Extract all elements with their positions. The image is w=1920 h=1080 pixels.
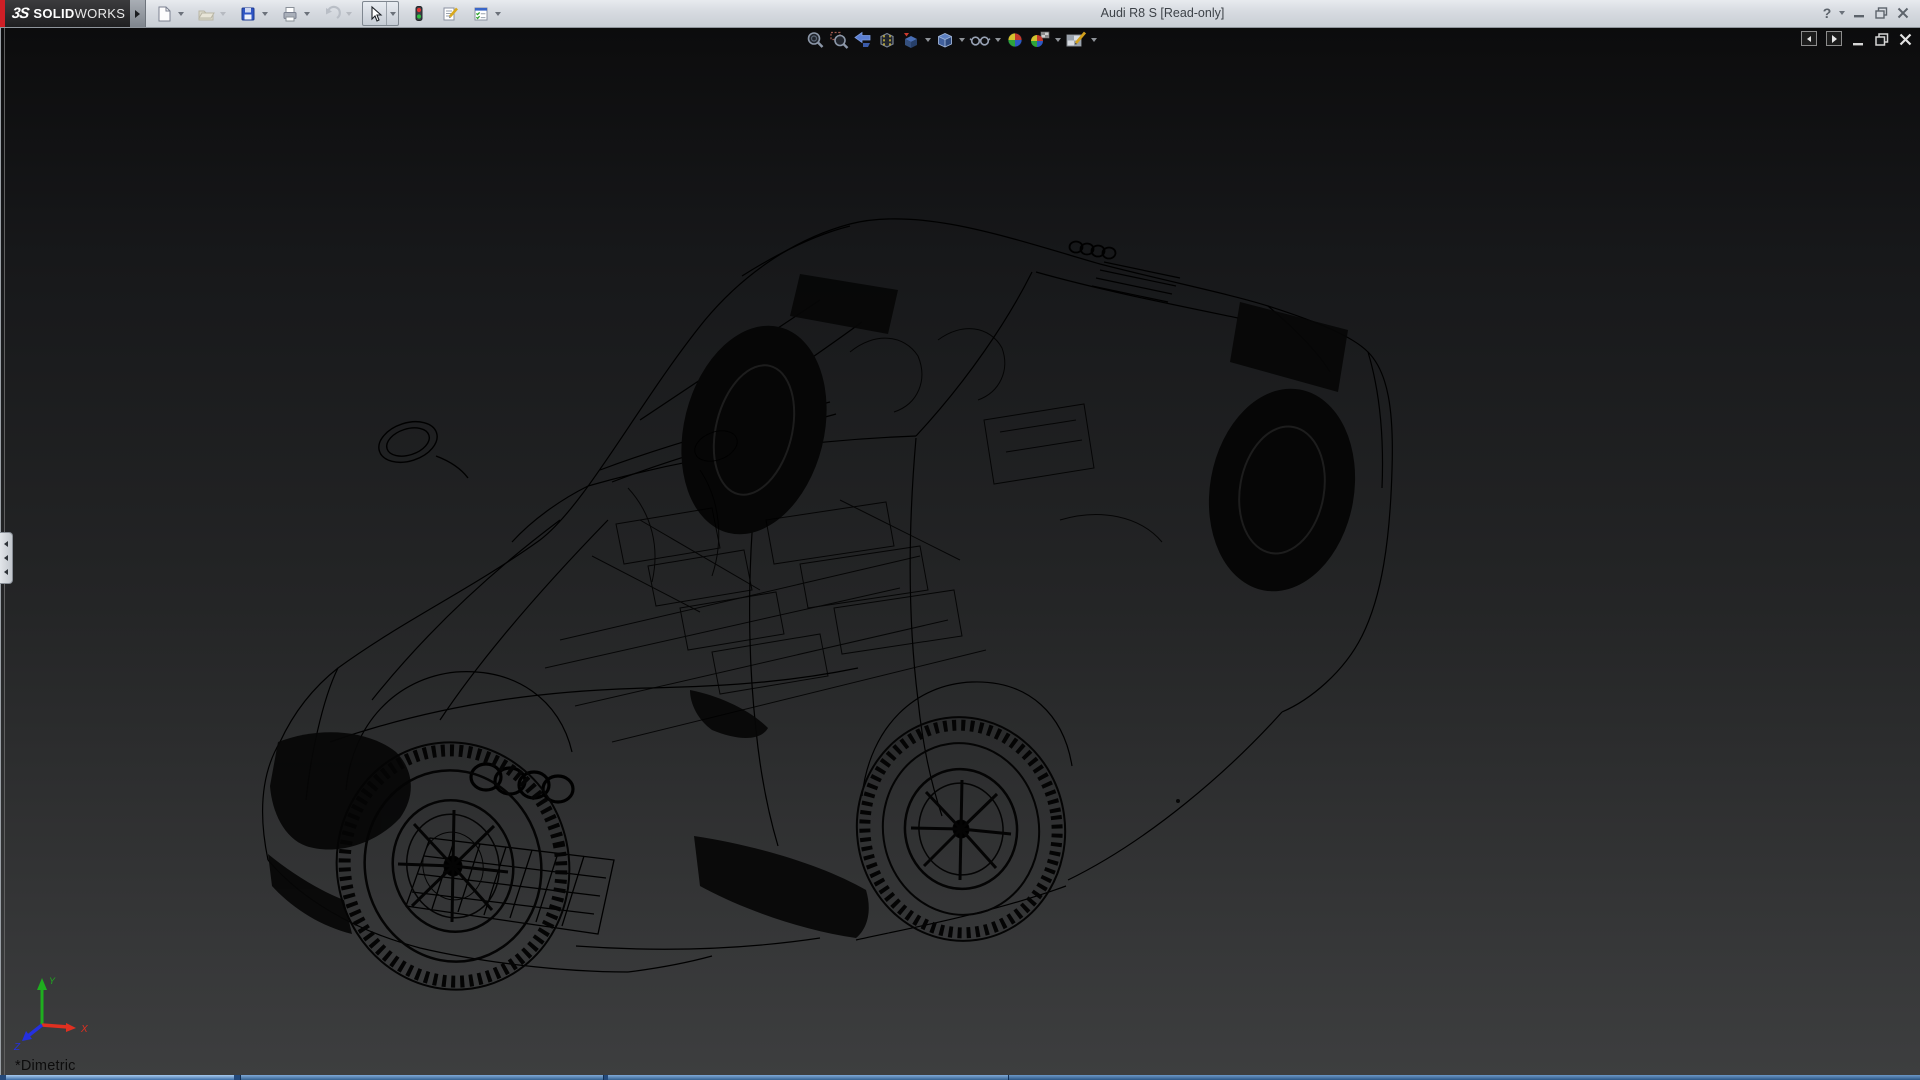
close-button[interactable] (1892, 2, 1914, 24)
heads-up-view-toolbar (803, 29, 1099, 51)
edit-appearance-button[interactable] (1003, 29, 1027, 51)
reference-triad: Y X Z (13, 976, 88, 1053)
taskbar-button-top[interactable] (240, 1075, 604, 1080)
save-dropdown-caret[interactable] (259, 2, 270, 25)
view-settings-dropdown-caret[interactable] (1089, 29, 1099, 51)
open-folder-icon (197, 10, 215, 20)
view-settings-icon (1066, 31, 1087, 47)
title-bar: 3S SOLID WORKS Audi R8 S [Read-only] ? (0, 0, 1920, 28)
brand-name-bold: SOLID (33, 6, 75, 21)
doc-minimize-button[interactable] (1851, 32, 1865, 46)
undo-dropdown-caret[interactable] (343, 2, 354, 25)
pane-right-arrow-icon (1831, 34, 1837, 43)
display-style-button[interactable] (933, 29, 957, 51)
options-button[interactable] (469, 2, 492, 25)
open-dropdown-caret[interactable] (217, 2, 228, 25)
taskbar-button-top[interactable] (6, 1075, 234, 1080)
title-bar-controls: ? (1818, 0, 1914, 26)
options-dropdown-caret[interactable] (492, 2, 503, 25)
menu-expander-button[interactable] (130, 0, 146, 27)
triad-x-label: X (80, 1024, 88, 1035)
hide-show-dropdown-caret[interactable] (993, 29, 1003, 51)
open-button[interactable] (194, 2, 217, 25)
eyeglasses-icon (969, 36, 991, 46)
view-orientation-label: *Dimetric (15, 1058, 76, 1074)
doc-restore-button[interactable] (1874, 32, 1889, 46)
hide-show-items-button[interactable] (967, 29, 993, 51)
featuremanager-splitter-handle[interactable] (0, 532, 13, 584)
save-floppy-icon (241, 7, 254, 20)
apply-scene-dropdown-caret[interactable] (1053, 29, 1063, 51)
triad-z-label: Z (13, 1042, 21, 1053)
print-button[interactable] (278, 2, 301, 25)
pane-right-button[interactable] (1826, 31, 1842, 46)
doc-restore-icon (1874, 32, 1888, 46)
display-style-dropdown-caret[interactable] (957, 29, 967, 51)
zoom-to-area-button[interactable] (827, 29, 851, 51)
restore-icon (1874, 7, 1887, 19)
doc-close-icon (1899, 33, 1912, 45)
help-dropdown-caret[interactable] (1836, 2, 1848, 24)
minimize-icon (1854, 15, 1864, 18)
solidworks-logo: 3S SOLID WORKS (5, 0, 130, 27)
taskbar-button-top[interactable] (608, 1075, 1009, 1080)
traffic-light-icon (415, 5, 422, 21)
undo-arrow-icon (325, 5, 341, 19)
expand-arrow-icon (135, 9, 140, 18)
collapse-arrow-icon (4, 555, 8, 561)
undo-button[interactable] (320, 2, 343, 25)
view-orientation-button[interactable] (899, 29, 923, 51)
select-tool-button[interactable] (363, 2, 386, 25)
view-orientation-icon (904, 33, 917, 48)
new-dropdown-caret[interactable] (175, 2, 186, 25)
select-tool-group (362, 1, 399, 26)
select-cursor-icon (370, 5, 382, 22)
file-properties-button[interactable] (438, 2, 461, 25)
taskbar-button-top[interactable] (1009, 1075, 1920, 1080)
solidworks-app-window: { "window": { "title": "Audi R8 S [Read-… (0, 0, 1920, 1080)
dassault-logo-mark: 3S (10, 5, 30, 22)
new-document-button[interactable] (152, 2, 175, 25)
document-title: Audi R8 S [Read-only] (1100, 6, 1225, 20)
rebuild-button[interactable] (407, 2, 430, 25)
windows-taskbar-edge[interactable] (0, 1075, 1920, 1080)
zoom-to-fit-icon (807, 32, 824, 48)
save-button[interactable] (236, 2, 259, 25)
collapse-arrow-icon (4, 541, 8, 547)
standard-toolbar (152, 1, 511, 26)
doc-minimize-icon (1853, 42, 1863, 45)
print-dropdown-caret[interactable] (301, 2, 312, 25)
zoom-to-area-icon (830, 31, 849, 49)
minimize-button[interactable] (1848, 2, 1870, 24)
document-window-controls (1801, 31, 1913, 46)
section-view-button[interactable] (875, 29, 899, 51)
apply-scene-button[interactable] (1027, 29, 1053, 51)
triad-y-label: Y (49, 976, 56, 986)
close-icon (1897, 7, 1909, 19)
brand-name-light: WORKS (74, 6, 126, 21)
doc-close-button[interactable] (1898, 32, 1913, 46)
view-orientation-dropdown-caret[interactable] (923, 29, 933, 51)
printer-icon (283, 6, 296, 21)
section-view-icon (880, 32, 894, 48)
restore-button[interactable] (1870, 2, 1892, 24)
collapse-arrow-icon (4, 569, 8, 575)
previous-view-button[interactable] (851, 29, 875, 51)
new-document-icon (158, 6, 170, 21)
appearance-ball-icon (1007, 32, 1023, 48)
previous-view-icon (854, 31, 871, 47)
zoom-to-fit-button[interactable] (803, 29, 827, 51)
display-style-icon (938, 33, 952, 48)
apply-scene-icon (1031, 31, 1050, 47)
select-dropdown-caret[interactable] (386, 2, 398, 25)
graphics-viewport[interactable] (0, 27, 1920, 1075)
pane-left-arrow-icon (1807, 35, 1811, 42)
file-properties-icon (443, 7, 458, 20)
pane-left-button[interactable] (1801, 31, 1817, 46)
view-settings-button[interactable] (1063, 29, 1089, 51)
help-button[interactable]: ? (1818, 2, 1836, 24)
options-list-icon (474, 7, 487, 20)
